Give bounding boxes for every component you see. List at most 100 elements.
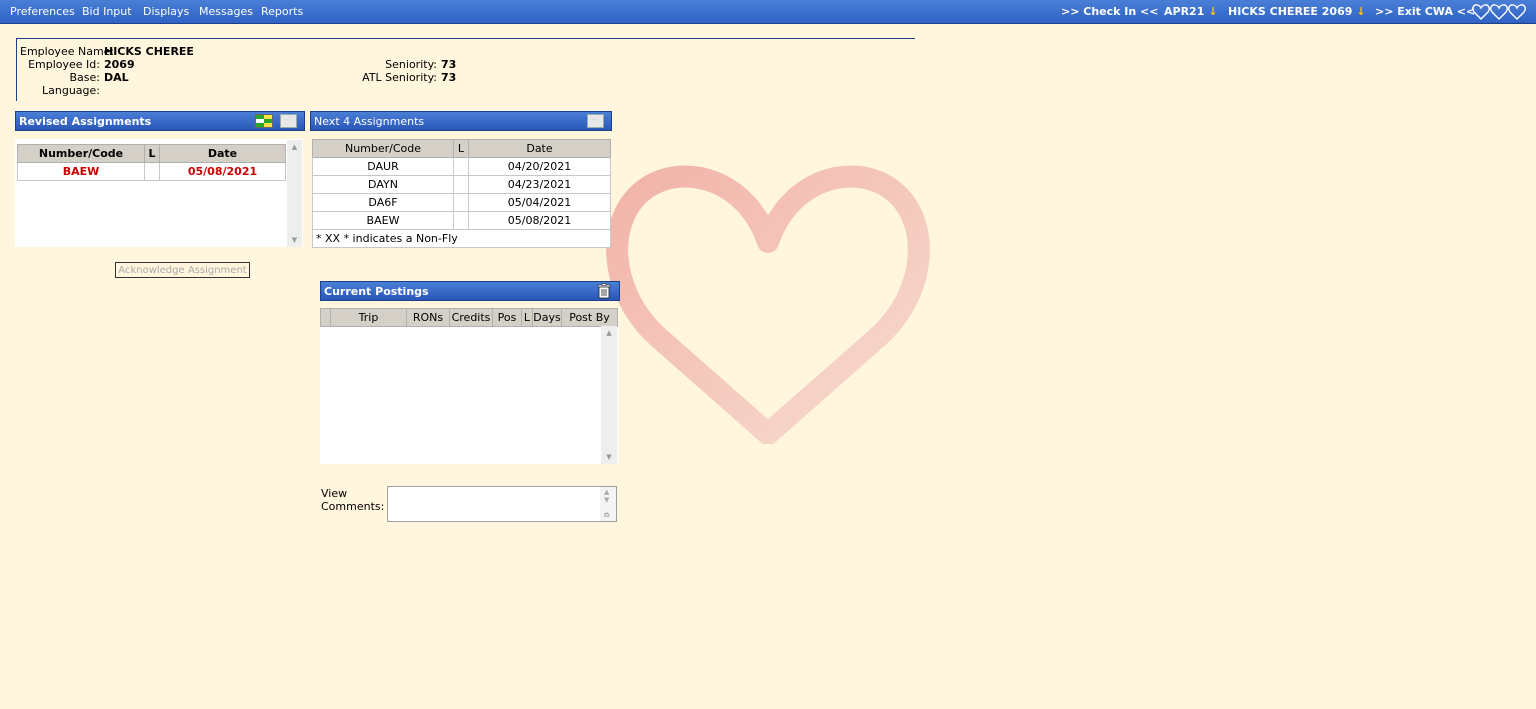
footnote-row: * XX * indicates a Non-Fly xyxy=(312,229,611,248)
language-row: Language: xyxy=(20,84,104,97)
user-selector[interactable]: HICKS CHEREE 2069 ↓ xyxy=(1228,5,1366,18)
cell-date: 04/20/2021 xyxy=(468,157,611,176)
period-selector[interactable]: APR21 ↓ xyxy=(1164,5,1218,18)
acknowledge-assignment-button[interactable]: Acknowledge Assignment xyxy=(115,262,250,278)
down-arrow-icon: ↓ xyxy=(1356,5,1366,18)
next4-assignments-table: Number/Code L Date DAUR 04/20/2021 DAYN … xyxy=(312,139,611,248)
menu-preferences[interactable]: Preferences xyxy=(10,5,75,18)
table-header-row: Trip RONs Credits Pos L Days Post By xyxy=(320,308,618,327)
scroll-up-icon[interactable]: ▲ xyxy=(604,488,609,496)
cell-l xyxy=(453,175,469,194)
cell-code: DAYN xyxy=(312,175,454,194)
trash-icon[interactable] xyxy=(597,283,611,299)
arrow-right-icon[interactable] xyxy=(587,114,604,128)
next4-assignments-title: Next 4 Assignments xyxy=(314,115,425,128)
atl-seniority-value: 73 xyxy=(441,71,457,84)
view-comments-label-line2: Comments: xyxy=(321,500,385,513)
table-header-row: Number/Code L Date xyxy=(312,139,611,158)
employee-id-value: 2069 xyxy=(104,58,135,71)
col-l: L xyxy=(521,308,533,327)
col-trip: Trip xyxy=(330,308,407,327)
revised-scrollbar[interactable]: ▲ ▼ xyxy=(287,140,302,247)
current-postings-title: Current Postings xyxy=(324,285,429,298)
cell-l xyxy=(453,193,469,212)
next4-assignments-header: Next 4 Assignments xyxy=(310,111,612,131)
col-credits: Credits xyxy=(449,308,493,327)
col-l: L xyxy=(144,144,160,163)
base-value: DAL xyxy=(104,71,129,84)
table-row[interactable]: DAUR 04/20/2021 xyxy=(312,157,611,176)
menu-bid-input[interactable]: Bid Input xyxy=(82,5,132,18)
current-postings-body xyxy=(320,308,618,464)
employee-name-label: Employee Name: xyxy=(20,45,115,58)
col-date: Date xyxy=(159,144,286,163)
table-row[interactable]: BAEW 05/08/2021 xyxy=(17,162,286,181)
col-date: Date xyxy=(468,139,611,158)
scroll-down-icon[interactable]: ▼ xyxy=(601,453,617,461)
col-l: L xyxy=(453,139,469,158)
comments-scrollbar[interactable]: ▲ ▼ ≏ xyxy=(600,487,616,521)
col-number-code: Number/Code xyxy=(312,139,454,158)
cell-date: 05/08/2021 xyxy=(159,162,286,181)
language-label: Language: xyxy=(42,84,100,97)
current-postings-header: Current Postings xyxy=(320,281,620,301)
scroll-up-icon[interactable]: ▲ xyxy=(287,143,302,151)
scroll-up-icon[interactable]: ▲ xyxy=(601,329,617,337)
seniority-label: Seniority: xyxy=(385,58,437,71)
employee-name-value: HICKS CHEREE xyxy=(104,45,194,58)
menu-reports[interactable]: Reports xyxy=(261,5,303,18)
employee-name-row: Employee Name:HICKS CHEREE xyxy=(20,45,194,58)
user-label: HICKS CHEREE 2069 xyxy=(1228,5,1353,18)
scroll-down-icon[interactable]: ▼ xyxy=(287,236,302,244)
col-rons: RONs xyxy=(406,308,450,327)
col-select xyxy=(320,308,331,327)
col-days: Days xyxy=(532,308,562,327)
cell-l xyxy=(453,157,469,176)
table-row[interactable]: BAEW 05/08/2021 xyxy=(312,211,611,230)
cell-l xyxy=(144,162,160,181)
comments-textarea[interactable]: ▲ ▼ ≏ xyxy=(387,486,617,522)
heart-watermark xyxy=(606,165,930,444)
current-postings-table: Trip RONs Credits Pos L Days Post By xyxy=(320,308,618,327)
seniority-row: Seniority: 73 xyxy=(357,58,456,71)
col-post-by: Post By xyxy=(561,308,618,327)
revised-assignments-table: Number/Code L Date BAEW 05/08/2021 xyxy=(17,144,286,181)
col-pos: Pos xyxy=(492,308,522,327)
period-label: APR21 xyxy=(1164,5,1205,18)
revised-assignments-title: Revised Assignments xyxy=(19,115,152,128)
cell-code: BAEW xyxy=(17,162,145,181)
table-row[interactable]: DA6F 05/04/2021 xyxy=(312,193,611,212)
top-nav-bar: Preferences Bid Input Displays Messages … xyxy=(0,0,1536,24)
resize-grip-icon[interactable]: ≏ xyxy=(603,511,611,521)
menu-messages[interactable]: Messages xyxy=(199,5,253,18)
non-fly-footnote: * XX * indicates a Non-Fly xyxy=(312,229,611,248)
cell-date: 05/08/2021 xyxy=(468,211,611,230)
revised-assignments-header: Revised Assignments xyxy=(15,111,305,131)
down-arrow-icon: ↓ xyxy=(1208,5,1218,18)
check-in-link[interactable]: >> Check In << xyxy=(1061,5,1158,18)
view-comments-label-line1: View xyxy=(321,487,348,500)
table-header-row: Number/Code L Date xyxy=(17,144,286,163)
grid-toggle-icon[interactable] xyxy=(255,114,273,128)
cell-code: DAUR xyxy=(312,157,454,176)
atl-seniority-row: ATL Seniority: 73 xyxy=(357,71,456,84)
employee-id-label: Employee Id: xyxy=(28,58,100,71)
hearts-icon[interactable] xyxy=(1472,3,1526,21)
menu-displays[interactable]: Displays xyxy=(143,5,189,18)
employee-id-row: Employee Id: 2069 xyxy=(20,58,135,71)
seniority-value: 73 xyxy=(441,58,457,71)
cell-l xyxy=(453,211,469,230)
arrow-right-icon[interactable] xyxy=(280,114,297,128)
col-number-code: Number/Code xyxy=(17,144,145,163)
cell-date: 05/04/2021 xyxy=(468,193,611,212)
atl-seniority-label: ATL Seniority: xyxy=(362,71,437,84)
cell-code: DA6F xyxy=(312,193,454,212)
table-row[interactable]: DAYN 04/23/2021 xyxy=(312,175,611,194)
scroll-down-icon[interactable]: ▼ xyxy=(604,496,609,504)
base-row: Base: DAL xyxy=(20,71,129,84)
exit-cwa-link[interactable]: >> Exit CWA << xyxy=(1375,5,1475,18)
cell-code: BAEW xyxy=(312,211,454,230)
employee-info: Employee Name:HICKS CHEREE Employee Id: 2… xyxy=(16,38,915,101)
cell-date: 04/23/2021 xyxy=(468,175,611,194)
postings-scrollbar[interactable]: ▲ ▼ xyxy=(601,326,617,464)
